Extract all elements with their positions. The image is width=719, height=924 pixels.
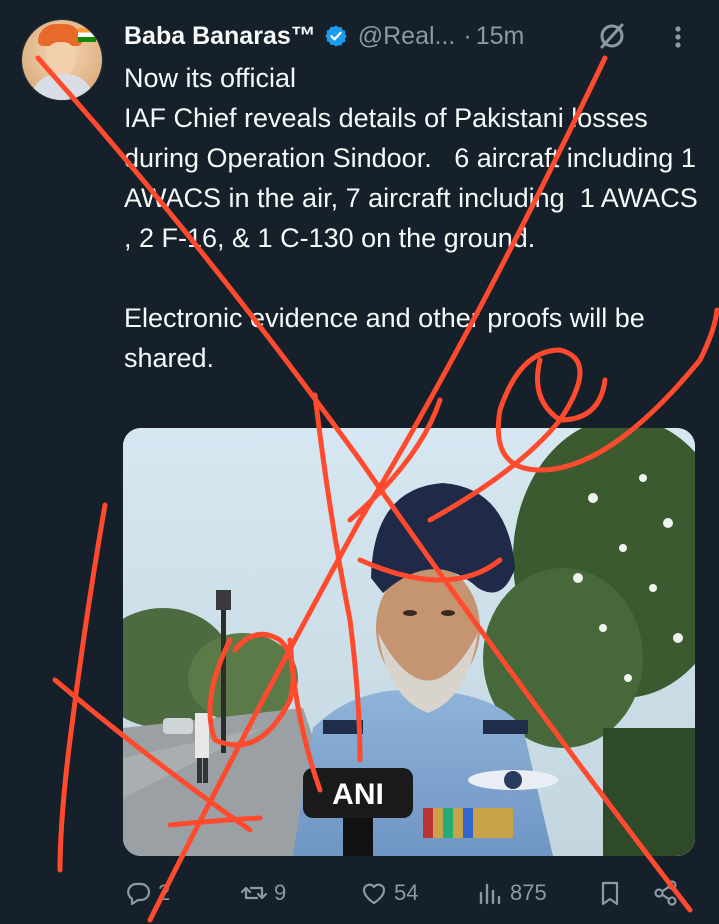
avatar-face [46, 42, 76, 76]
views-button[interactable]: 875 [476, 876, 547, 910]
views-icon [479, 883, 501, 905]
post-header: Baba Banaras™ @Real... · 15m [124, 18, 524, 54]
ani-watermark: ANI [332, 778, 384, 811]
user-handle[interactable]: @Real... [358, 22, 456, 51]
post-time[interactable]: 15m [476, 22, 525, 51]
tweet-screen: Baba Banaras™ @Real... · 15m Now its off… [0, 0, 719, 924]
bookmark-button[interactable] [596, 876, 624, 910]
share-icon [654, 880, 677, 906]
reply-button[interactable]: 2 [124, 876, 170, 910]
reply-icon [127, 882, 151, 906]
action-bar: 2 9 54 875 [0, 868, 719, 918]
like-count: 54 [394, 880, 419, 905]
like-button[interactable]: 54 [360, 876, 418, 910]
heart-icon [362, 883, 386, 905]
avatar-shirt [30, 74, 94, 100]
post-media-image[interactable]: ANI [123, 428, 695, 856]
verified-badge-icon [324, 24, 348, 48]
separator-dot: · [463, 21, 472, 50]
repost-button[interactable]: 9 [240, 876, 286, 910]
grok-icon[interactable] [596, 20, 628, 52]
views-count: 875 [510, 880, 547, 905]
avatar-flag [78, 28, 96, 42]
repost-icon [240, 886, 268, 900]
repost-count: 9 [274, 880, 287, 905]
post-text: Now its official IAF Chief reveals detai… [124, 63, 698, 373]
avatar[interactable] [22, 20, 102, 100]
bookmark-icon [601, 881, 619, 906]
media-scene: ANI [123, 428, 695, 856]
display-name[interactable]: Baba Banaras™ [124, 22, 316, 51]
letter-f-stem [57, 502, 108, 873]
share-button[interactable] [652, 876, 680, 910]
reply-count: 2 [158, 880, 171, 905]
more-icon[interactable] [666, 22, 690, 52]
